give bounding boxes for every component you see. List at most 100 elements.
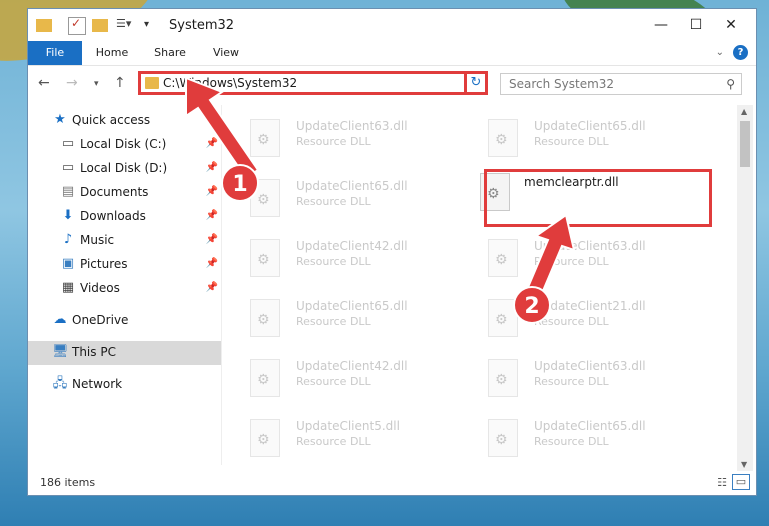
pin-icon[interactable]: 📌 xyxy=(206,138,218,149)
sidebar-item-label: Local Disk (C:) xyxy=(80,137,167,151)
sidebar-item-onedrive[interactable]: ☁ OneDrive xyxy=(28,309,221,333)
file-tile[interactable]: ⚙ UpdateClient63.dll Resource DLL xyxy=(470,347,700,403)
tab-home[interactable]: Home xyxy=(92,41,132,65)
videos-icon: ▦ xyxy=(61,280,75,295)
pin-icon[interactable]: 📌 xyxy=(206,162,218,173)
back-arrow-icon[interactable]: ← xyxy=(38,75,50,91)
file-tile[interactable]: ⚙ UpdateClient65.dll Resource DLL xyxy=(232,167,462,223)
file-type: Resource DLL xyxy=(296,195,371,208)
scroll-down-icon[interactable]: ▼ xyxy=(741,460,747,469)
quick-access-dropdown-icon[interactable]: ▾ xyxy=(144,19,160,35)
sidebar-item-label: This PC xyxy=(72,345,116,359)
file-type: Resource DLL xyxy=(534,435,609,448)
folder-icon xyxy=(36,19,52,32)
file-tile[interactable]: ⚙ UpdateClient63.dll Resource DLL xyxy=(232,107,462,163)
close-button[interactable]: ✕ xyxy=(708,9,754,41)
refresh-button[interactable]: ↻ xyxy=(464,71,488,95)
pin-icon[interactable]: 📌 xyxy=(206,282,218,293)
sidebar-item-network[interactable]: 🖧 Network xyxy=(28,373,221,397)
dll-file-icon: ⚙ xyxy=(250,359,280,397)
file-name: UpdateClient5.dll xyxy=(296,419,400,433)
explorer-window: ✓ ☰▾ ▾ System32 — ☐ ✕ File Home Share Vi… xyxy=(27,8,757,496)
sidebar-item-music[interactable]: ♪ Music 📌 xyxy=(28,229,221,253)
network-icon: 🖧 xyxy=(52,376,68,391)
step-badge-2: 2 xyxy=(513,286,551,324)
search-input[interactable]: Search System32 ⚲ xyxy=(500,73,742,95)
sidebar-item-label: Music xyxy=(80,233,115,247)
dll-file-icon: ⚙ xyxy=(488,119,518,157)
file-tile[interactable]: ⚙ UpdateClient42.dll Resource DLL xyxy=(232,227,462,283)
dll-file-icon: ⚙ xyxy=(488,419,518,457)
sidebar-item-label: Pictures xyxy=(80,257,128,271)
tab-file[interactable]: File xyxy=(28,41,82,65)
sidebar-item-label: Downloads xyxy=(80,209,146,223)
file-type: Resource DLL xyxy=(296,255,371,268)
expand-ribbon-icon[interactable]: ⌄ xyxy=(716,47,724,58)
dll-file-icon: ⚙ xyxy=(250,239,280,277)
file-name: UpdateClient63.dll xyxy=(534,239,646,253)
scroll-thumb[interactable] xyxy=(740,121,750,167)
customize-quick-access-icon[interactable]: ☰▾ xyxy=(116,17,132,33)
tab-share[interactable]: Share xyxy=(148,41,192,65)
file-type: Resource DLL xyxy=(534,255,609,268)
file-tile[interactable]: ⚙ UpdateClient65.dll Resource DLL xyxy=(470,107,700,163)
download-icon: ⬇ xyxy=(62,208,74,223)
recent-locations-icon[interactable]: ▾ xyxy=(94,79,99,89)
file-type: Resource DLL xyxy=(296,435,371,448)
help-icon[interactable]: ? xyxy=(733,45,748,60)
scroll-up-icon[interactable]: ▲ xyxy=(741,107,747,116)
sidebar-item-quick-access[interactable]: ★ Quick access xyxy=(28,109,221,133)
title-bar: ✓ ☰▾ ▾ System32 — ☐ ✕ xyxy=(28,9,756,41)
large-icons-view-icon[interactable]: ▭ xyxy=(732,474,750,490)
sidebar-item-local-disk-d[interactable]: ▭ Local Disk (D:) 📌 xyxy=(28,157,221,181)
details-view-icon[interactable]: ☷ xyxy=(714,476,730,490)
sidebar-item-documents[interactable]: ▤ Documents 📌 xyxy=(28,181,221,205)
pin-icon[interactable]: 📌 xyxy=(206,210,218,221)
dll-file-icon: ⚙ xyxy=(488,239,518,277)
search-icon: ⚲ xyxy=(726,77,735,91)
documents-icon: ▤ xyxy=(61,184,75,199)
drive-icon: ▭ xyxy=(61,136,75,151)
file-tile[interactable]: ⚙ UpdateClient63.dll Resource DLL xyxy=(470,227,700,283)
sidebar-item-label: Documents xyxy=(80,185,149,199)
dll-file-icon: ⚙ xyxy=(250,419,280,457)
properties-icon[interactable]: ✓ xyxy=(68,16,86,35)
sidebar-item-this-pc[interactable]: 🖥 This PC xyxy=(28,341,221,365)
music-icon: ♪ xyxy=(63,232,73,247)
window-title: System32 xyxy=(169,18,235,33)
file-tile[interactable]: ⚙ UpdateClient5.dll Resource DLL xyxy=(232,407,462,463)
computer-icon: 🖥 xyxy=(52,344,69,359)
sidebar-item-local-disk-c[interactable]: ▭ Local Disk (C:) 📌 xyxy=(28,133,221,157)
sidebar-item-pictures[interactable]: ▣ Pictures 📌 xyxy=(28,253,221,277)
ribbon-tabs: File Home Share View ⌄ ? xyxy=(28,41,756,66)
sidebar-item-label: Quick access xyxy=(72,113,151,127)
file-tile[interactable]: ⚙ UpdateClient65.dll Resource DLL xyxy=(232,287,462,343)
file-type: Resource DLL xyxy=(296,375,371,388)
file-tile[interactable]: ⚙ UpdateClient65.dll Resource DLL xyxy=(470,407,700,463)
tab-view[interactable]: View xyxy=(206,41,246,65)
new-folder-icon[interactable] xyxy=(92,19,108,32)
file-name: UpdateClient65.dll xyxy=(534,419,646,433)
vertical-scrollbar[interactable]: ▲ ▼ xyxy=(737,105,753,471)
pin-icon[interactable]: 📌 xyxy=(206,186,218,197)
up-arrow-icon[interactable]: ↑ xyxy=(114,75,126,91)
sidebar-item-label: Videos xyxy=(80,281,120,295)
file-type: Resource DLL xyxy=(296,135,371,148)
item-count: 186 items xyxy=(40,476,96,489)
address-bar[interactable]: C:\Windows\System32 ⌄ xyxy=(138,71,484,95)
search-placeholder: Search System32 xyxy=(509,77,615,91)
address-path[interactable]: C:\Windows\System32 xyxy=(163,76,297,90)
sidebar-item-downloads[interactable]: ⬇ Downloads 📌 xyxy=(28,205,221,229)
pin-icon[interactable]: 📌 xyxy=(206,234,218,245)
forward-arrow-icon[interactable]: → xyxy=(66,75,78,91)
pictures-icon: ▣ xyxy=(61,256,75,271)
pin-icon[interactable]: 📌 xyxy=(206,258,218,269)
file-type: Resource DLL xyxy=(296,315,371,328)
file-type: Resource DLL xyxy=(534,375,609,388)
navigation-bar: ← → ▾ ↑ C:\Windows\System32 ⌄ ↻ Search S… xyxy=(28,65,756,103)
file-tile[interactable]: ⚙ UpdateClient42.dll Resource DLL xyxy=(232,347,462,403)
file-tile[interactable]: ⚙ UpdateClient21.dll Resource DLL xyxy=(470,287,700,343)
cloud-icon: ☁ xyxy=(53,312,67,327)
sidebar-item-videos[interactable]: ▦ Videos 📌 xyxy=(28,277,221,301)
file-name: UpdateClient63.dll xyxy=(534,359,646,373)
